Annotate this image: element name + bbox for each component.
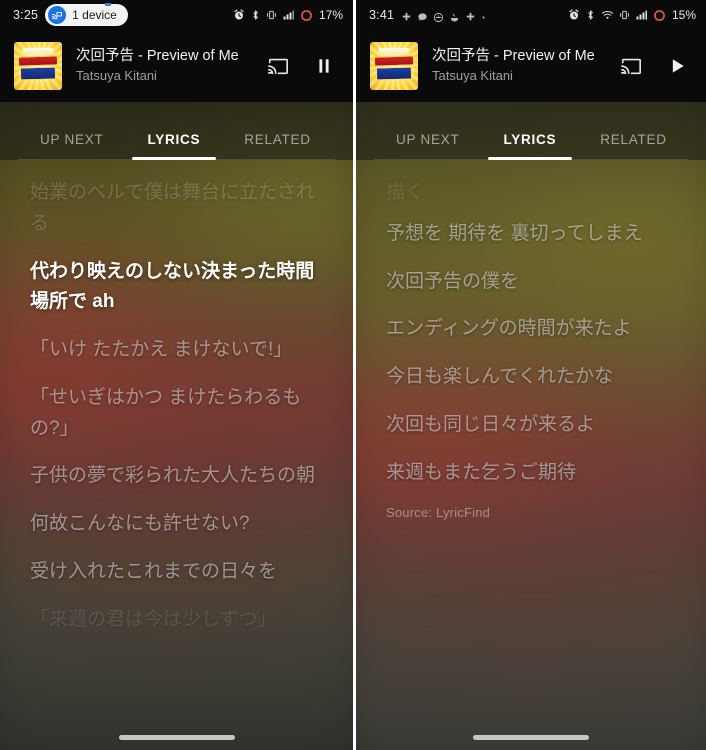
lyrics-content-area: UP NEXT LYRICS RELATED 始業のベルで僕は舞台に立たされる … [0,102,353,750]
lyric-line: 子供の夢で彩られた大人たちの朝 [30,465,316,487]
track-title: 次回予告 - Preview of Me [76,47,239,64]
system-status-icons: 17% [233,8,343,22]
lyrics-source-attribution: Source: LyricFind [386,505,491,521]
lyric-line: 何故こんなにも許せない? [30,513,250,535]
screen-left: 3:25 1 device 17% 次回予告 - Preview of Me T… [0,0,353,750]
lyric-line: 「来週の君は今は少しずつ」 [30,608,277,630]
play-button[interactable] [664,53,690,79]
battery-percent-label: 17% [318,8,343,22]
status-bar: 3:41 15% [356,0,706,30]
lyric-line: 来週もまた乞うご期待 [386,461,577,483]
lyrics-list[interactable]: 描く 予想を 期待を 裏切ってしまえ 次回予告の僕を エンディングの時間が来たよ… [356,160,706,750]
battery-percent-label: 15% [671,8,696,22]
track-artist: Tatsuya Kitani [76,68,157,84]
app-notification-icon [433,10,444,22]
lyric-line: 「せいぎはかつ まけたらわるもの?」 [30,386,302,439]
battery-ring-icon [653,9,666,22]
tab-up-next[interactable]: UP NEXT [374,132,482,160]
status-clock: 3:41 [369,8,395,22]
lyric-line: 次回も同じ日々が来るよ [386,413,596,435]
now-playing-bar[interactable]: 次回予告 - Preview of Me Tatsuya Kitani [356,30,706,102]
cast-device-chip[interactable]: 1 device [45,4,128,26]
app-notification-icon [449,10,460,22]
lyric-line: エンディングの時間が来たよ [386,318,632,340]
cellular-signal-icon [635,9,648,21]
lyric-line: 始業のベルで僕は舞台に立たされる [30,182,316,234]
tab-bar: UP NEXT LYRICS RELATED [356,102,706,160]
lyrics-list[interactable]: 始業のベルで僕は舞台に立たされる 代わり映えのしない決まった時間 場所で ah … [0,160,353,750]
now-playing-text: 次回予告 - Preview of Me Tatsuya Kitani [76,47,251,86]
lyric-line: 予想を 期待を 裏切ってしまえ [386,222,643,244]
lyric-line: 描く [386,182,425,203]
notification-icons [401,10,492,22]
lyric-line: 次回予告の僕を [386,270,520,292]
vibrate-icon [266,9,277,21]
tab-lyrics[interactable]: LYRICS [482,132,579,160]
lyric-line: 受け入れたこれまでの日々を [30,560,278,582]
lyric-line: 今日も楽しんでくれたかな [386,366,614,388]
cast-icon[interactable] [618,53,644,79]
vibrate-icon [619,9,630,21]
status-bar: 3:25 1 device 17% [0,0,353,30]
app-notification-icon [401,10,412,21]
lyric-line-active: 代わり映えのしない決まった時間 場所で ah [30,260,315,313]
pause-button[interactable] [311,53,337,79]
battery-ring-icon [300,9,313,22]
wifi-icon [601,9,614,21]
now-playing-text: 次回予告 - Preview of Me Tatsuya Kitani [432,47,604,86]
cellular-signal-icon [282,9,295,21]
alarm-icon [233,9,245,21]
tab-up-next[interactable]: UP NEXT [18,132,126,160]
now-playing-bar[interactable]: 次回予告 - Preview of Me Tatsuya Kitani [0,30,353,102]
tab-bar: UP NEXT LYRICS RELATED [0,102,353,160]
tab-bar-divider [374,159,688,160]
system-status-icons: 15% [568,8,696,22]
track-title: 次回予告 - Preview of Me [432,47,595,64]
more-notifications-dot [481,10,492,21]
cast-device-label: 1 device [72,8,117,22]
lyrics-content-area: UP NEXT LYRICS RELATED 描く 予想を 期待を 裏切ってしま… [356,102,706,750]
lyric-line: 「いけ たたかえ まけないで!」 [30,339,293,361]
app-notification-icon [465,10,476,21]
tab-bar-divider [18,159,335,160]
album-art-thumbnail [370,42,418,90]
home-indicator[interactable] [118,735,235,740]
alarm-icon [568,9,580,21]
status-clock: 3:25 [13,8,39,22]
tab-related[interactable]: RELATED [222,132,333,160]
notification-led-dot [105,3,111,6]
bluetooth-icon [250,9,261,21]
album-art-thumbnail [14,42,62,90]
cast-connected-icon [48,6,67,24]
dual-screenshot-comparison: 3:25 1 device 17% 次回予告 - Preview of Me T… [0,0,706,750]
cast-icon[interactable] [265,53,291,79]
track-artist: Tatsuya Kitani [432,68,513,84]
tab-lyrics[interactable]: LYRICS [126,132,223,160]
tab-related[interactable]: RELATED [578,132,689,160]
bluetooth-icon [585,9,596,21]
home-indicator[interactable] [473,735,589,740]
chat-notification-icon [417,10,428,21]
screen-right: 3:41 15% 次回予告 - Preview of Me Tatsuya Ki… [353,0,706,750]
